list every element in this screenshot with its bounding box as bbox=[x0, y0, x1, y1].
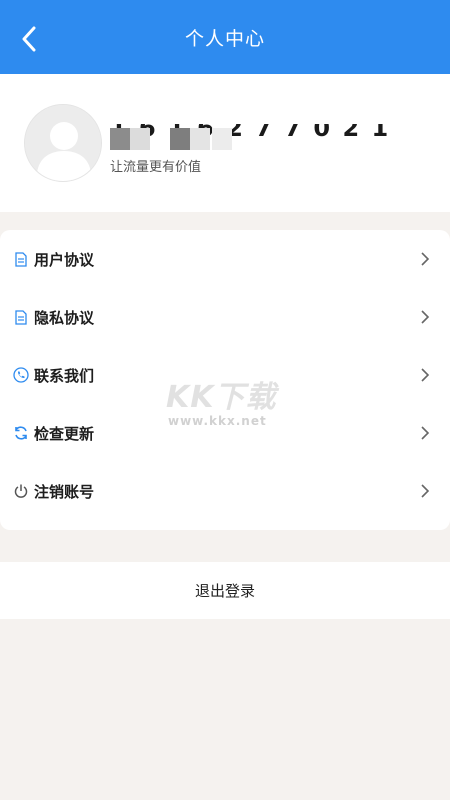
privacy-mask bbox=[130, 128, 150, 150]
profile-tagline: 让流量更有价值 bbox=[110, 160, 202, 175]
menu-item-check-update[interactable]: 检查更新 bbox=[0, 404, 450, 462]
top-app-bar: 个人中心 bbox=[0, 0, 450, 74]
profile-section: 1 6 1 6 2 7 7 0 2 1 让流量更有价值 bbox=[0, 74, 450, 212]
page-title: 个人中心 bbox=[184, 27, 265, 50]
phone-number: 1 6 1 6 2 7 7 0 2 1 bbox=[110, 124, 391, 142]
avatar[interactable] bbox=[24, 104, 102, 182]
menu-item-label: 注销账号 bbox=[34, 482, 95, 501]
menu-item-user-agreement[interactable]: 用户协议 bbox=[0, 230, 450, 288]
chevron-left-icon bbox=[22, 26, 36, 52]
privacy-mask bbox=[170, 128, 190, 150]
power-icon bbox=[13, 483, 29, 499]
menu-item-label: 用户协议 bbox=[34, 250, 95, 269]
privacy-mask bbox=[212, 128, 232, 150]
chevron-right-icon bbox=[420, 367, 430, 383]
default-user-icon bbox=[25, 105, 101, 181]
menu-item-contact-us[interactable]: 联系我们 bbox=[0, 346, 450, 404]
privacy-mask bbox=[190, 128, 210, 150]
chevron-right-icon bbox=[420, 251, 430, 267]
document-icon bbox=[13, 251, 29, 267]
phone-icon bbox=[13, 367, 29, 383]
chevron-right-icon bbox=[420, 425, 430, 441]
menu-item-label: 隐私协议 bbox=[34, 308, 95, 327]
document-icon bbox=[13, 309, 29, 325]
chevron-right-icon bbox=[420, 309, 430, 325]
chevron-right-icon bbox=[420, 483, 430, 499]
menu-item-delete-account[interactable]: 注销账号 bbox=[0, 462, 450, 520]
menu-item-label: 联系我们 bbox=[34, 366, 95, 385]
refresh-icon bbox=[13, 425, 29, 441]
logout-button[interactable]: 退出登录 bbox=[0, 562, 450, 619]
menu-list: 用户协议 隐私协议 联系我们 检查更新 注销账号 bbox=[0, 230, 450, 530]
menu-item-privacy-policy[interactable]: 隐私协议 bbox=[0, 288, 450, 346]
privacy-mask bbox=[110, 128, 130, 150]
logout-label: 退出登录 bbox=[194, 582, 255, 600]
menu-item-label: 检查更新 bbox=[34, 424, 95, 443]
back-button[interactable] bbox=[14, 22, 44, 56]
